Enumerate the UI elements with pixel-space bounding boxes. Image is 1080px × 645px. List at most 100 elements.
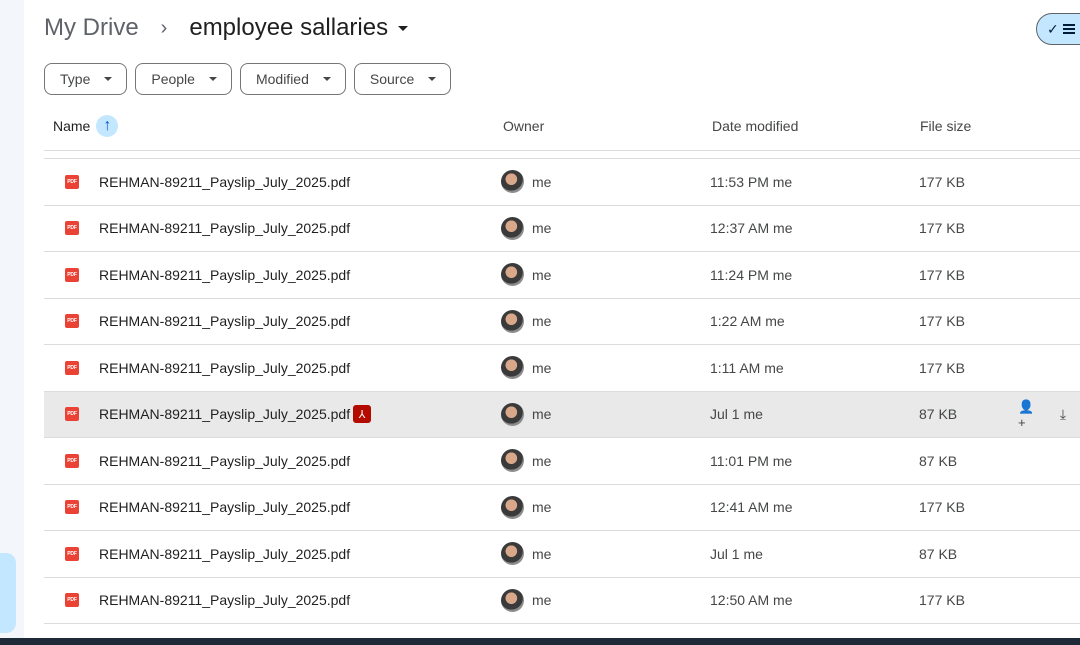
sort-ascending-icon[interactable]: ↑ [96, 115, 119, 137]
file-owner: me [532, 220, 552, 237]
file-name: REHMAN-89211_Payslip_July_2025.pdf [99, 173, 351, 190]
file-row[interactable]: PDF REHMAN-89211_Payslip_July_2025.pdf m… [44, 299, 1080, 345]
file-owner: me [532, 313, 552, 330]
file-row[interactable]: PDF REHMAN-89211_Payslip_July_2025.pdf m… [44, 485, 1080, 531]
file-name: REHMAN-89211_Payslip_July_2025.pdf [99, 266, 351, 283]
file-row[interactable]: PDF REHMAN-89211_Payslip_July_2025.pdf m… [44, 438, 1080, 485]
file-date-modified: 1:22 AM me [710, 313, 785, 330]
pdf-file-icon: PDF [65, 221, 79, 236]
left-rail [0, 0, 24, 640]
list-view-icon [1062, 24, 1075, 34]
pdf-file-icon: PDF [65, 314, 79, 329]
file-date-modified: 11:24 PM me [710, 266, 793, 283]
filter-type-label: Type [60, 71, 91, 87]
header-divider [44, 150, 1080, 151]
file-date-modified: 12:50 AM me [710, 592, 793, 609]
filter-people[interactable]: People [135, 63, 232, 95]
file-owner: me [532, 406, 552, 423]
file-row[interactable]: PDF REHMAN-89211_Payslip_July_2025.pdf m… [44, 252, 1080, 299]
chevron-down-icon [428, 77, 437, 81]
file-list: PDF REHMAN-89211_Payslip_July_2025.pdf m… [44, 159, 1080, 624]
file-row[interactable]: PDF REHMAN-89211_Payslip_July_2025.pdf m… [44, 531, 1080, 578]
file-row[interactable]: PDF REHMAN-89211_Payslip_July_2025.pdf m… [44, 578, 1080, 624]
owner-avatar [501, 356, 524, 380]
breadcrumb-separator: › [160, 16, 168, 39]
check-icon: ✓ [1047, 20, 1059, 37]
taskbar-edge [0, 638, 1080, 645]
breadcrumb: My Drive › employee sallaries [44, 10, 409, 46]
column-name-label: Name [53, 118, 91, 134]
file-row[interactable]: PDF REHMAN-89211_Payslip_July_2025.pdf m… [44, 159, 1080, 206]
file-size: 177 KB [919, 359, 965, 376]
file-row[interactable]: PDF REHMAN-89211_Payslip_July_2025.pdf m… [44, 206, 1080, 252]
filter-type[interactable]: Type [44, 63, 128, 95]
file-name: REHMAN-89211_Payslip_July_2025.pdf [99, 220, 351, 237]
file-name: REHMAN-89211_Payslip_July_2025.pdf [99, 313, 351, 330]
folder-menu-caret-icon[interactable] [398, 25, 409, 31]
file-name: REHMAN-89211_Payslip_July_2025.pdf [99, 545, 351, 562]
file-row-selected[interactable]: PDF REHMAN-89211_Payslip_July_2025.pdf ⅄… [44, 391, 1080, 438]
file-date-modified: Jul 1 me [710, 406, 763, 423]
file-date-modified: 1:11 AM me [710, 359, 784, 376]
file-row[interactable]: PDF REHMAN-89211_Payslip_July_2025.pdf m… [44, 345, 1080, 392]
file-owner: me [532, 266, 552, 283]
column-header-owner: Owner [503, 118, 545, 134]
pdf-file-icon: PDF [65, 407, 79, 422]
file-size: 87 KB [919, 452, 958, 469]
pdf-file-icon: PDF [65, 593, 79, 608]
pdf-file-icon: PDF [65, 546, 79, 561]
pdf-file-icon: PDF [65, 174, 79, 189]
pdf-file-icon: PDF [65, 360, 79, 375]
filter-modified[interactable]: Modified [239, 63, 346, 95]
pdf-file-icon: PDF [65, 500, 79, 515]
file-name: REHMAN-89211_Payslip_July_2025.pdf [99, 452, 351, 469]
pdf-file-icon: PDF [65, 453, 79, 468]
owner-avatar [501, 170, 524, 194]
file-owner: me [532, 359, 552, 376]
filter-source[interactable]: Source [353, 63, 452, 95]
file-date-modified: 11:01 PM me [710, 452, 793, 469]
file-owner: me [532, 592, 552, 609]
pdf-file-icon: PDF [65, 267, 79, 282]
breadcrumb-current-folder[interactable]: employee sallaries [189, 14, 388, 42]
file-owner: me [532, 452, 552, 469]
list-view-toggle[interactable]: ✓ [1036, 13, 1080, 45]
share-icon[interactable]: 👤+ [1018, 399, 1036, 430]
acrobat-open-icon[interactable]: ⅄ [353, 405, 371, 424]
file-date-modified: Jul 1 me [710, 545, 763, 562]
filter-modified-label: Modified [255, 71, 309, 87]
file-size: 177 KB [919, 313, 965, 330]
owner-avatar [501, 402, 524, 426]
column-header-date-modified[interactable]: Date modified [712, 112, 798, 140]
file-size: 177 KB [919, 499, 965, 516]
drive-page: My Drive › employee sallaries ✓ Type Peo… [0, 0, 1080, 645]
owner-avatar [501, 216, 524, 240]
file-name: REHMAN-89211_Payslip_July_2025.pdf [99, 499, 351, 516]
file-name: REHMAN-89211_Payslip_July_2025.pdf [99, 359, 351, 376]
column-header-file-size[interactable]: File size [920, 112, 971, 140]
file-owner: me [532, 499, 552, 516]
chevron-down-icon [322, 77, 331, 81]
file-date-modified: 11:53 PM me [710, 173, 793, 190]
file-size: 177 KB [919, 173, 965, 190]
filter-source-label: Source [369, 71, 415, 87]
file-name: REHMAN-89211_Payslip_July_2025.pdf [99, 406, 351, 423]
column-header-name[interactable]: Name ↑ [53, 112, 119, 140]
file-owner: me [532, 545, 552, 562]
chevron-down-icon [208, 77, 217, 81]
breadcrumb-my-drive[interactable]: My Drive [44, 14, 139, 42]
owner-avatar [501, 309, 524, 333]
download-icon[interactable]: ⤓ [1054, 405, 1072, 423]
file-size: 177 KB [919, 220, 965, 237]
owner-avatar [501, 542, 524, 566]
owner-avatar [501, 449, 524, 473]
file-owner: me [532, 173, 552, 190]
owner-avatar [501, 263, 524, 287]
side-panel-tab[interactable] [0, 553, 16, 633]
filter-chips: Type People Modified Source [44, 63, 452, 95]
file-size: 87 KB [919, 545, 958, 562]
file-size: 177 KB [919, 592, 965, 609]
file-name: REHMAN-89211_Payslip_July_2025.pdf [99, 592, 351, 609]
file-date-modified: 12:37 AM me [710, 220, 793, 237]
owner-avatar [501, 588, 524, 612]
